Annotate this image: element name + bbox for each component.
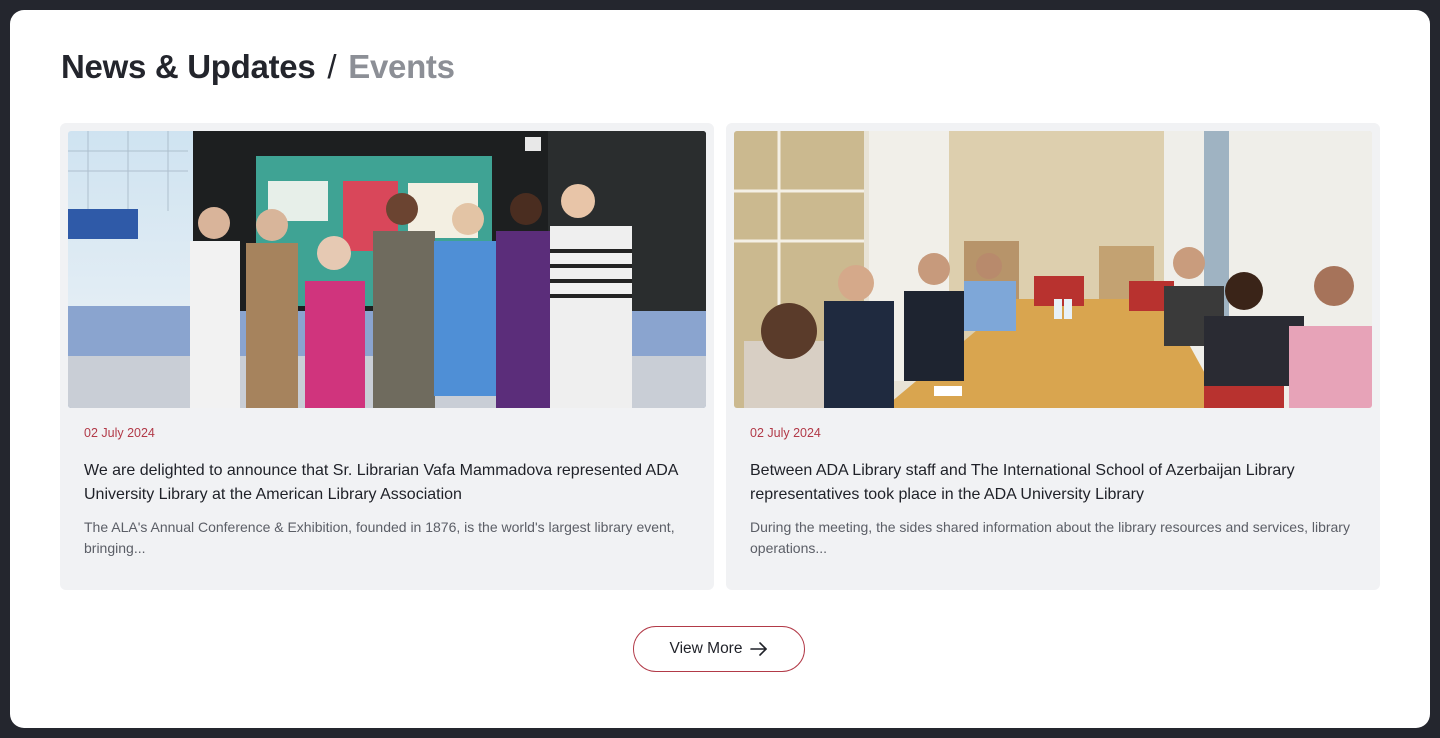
events-section: News & Updates / Events 02 July 2024 We … <box>10 10 1430 728</box>
section-heading: News & Updates / Events <box>61 48 455 86</box>
arrow-right-icon <box>750 642 768 656</box>
news-card[interactable]: 02 July 2024 Between ADA Library staff a… <box>726 123 1380 590</box>
news-card-excerpt: During the meeting, the sides shared inf… <box>750 519 1350 556</box>
view-more-label: View More <box>669 640 743 657</box>
news-card-title[interactable]: Between ADA Library staff and The Intern… <box>750 459 1360 507</box>
news-card-image[interactable] <box>68 131 706 408</box>
news-card-title[interactable]: We are delighted to announce that Sr. Li… <box>84 459 694 507</box>
news-card-image[interactable] <box>734 131 1372 408</box>
news-card-date: 02 July 2024 <box>750 426 821 440</box>
news-card[interactable]: 02 July 2024 We are delighted to announc… <box>60 123 714 590</box>
section-subtitle: Events <box>348 48 455 85</box>
view-more-button[interactable]: View More <box>633 626 805 672</box>
news-card-excerpt: The ALA's Annual Conference & Exhibition… <box>84 519 675 556</box>
section-title[interactable]: News & Updates <box>61 48 316 86</box>
news-card-date: 02 July 2024 <box>84 426 155 440</box>
breadcrumb-separator: / <box>327 48 337 85</box>
